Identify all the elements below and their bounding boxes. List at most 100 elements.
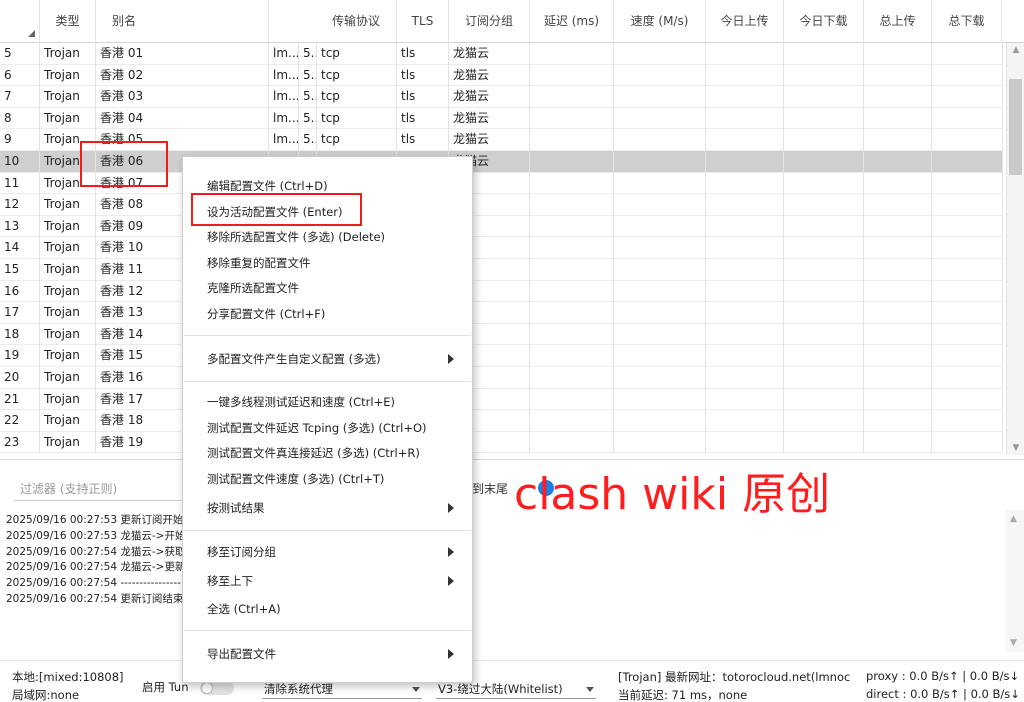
cell-today-down — [784, 367, 864, 389]
header-total-up[interactable]: 总上传 — [864, 0, 932, 43]
header-type[interactable]: 类型 — [40, 0, 96, 43]
cell-today-up — [706, 86, 784, 108]
menu-item-label: 测试配置文件延迟 Tcping (多选) (Ctrl+O) — [207, 421, 427, 435]
cell-today-up — [706, 388, 784, 411]
menu-item-sort-by-result[interactable]: 按测试结果 — [183, 496, 472, 520]
menu-item-label: 导出配置文件 — [207, 647, 276, 661]
cell-today-up — [706, 151, 784, 173]
cell-today-down — [784, 431, 864, 454]
cell-network: tcp — [317, 43, 397, 65]
table-row[interactable]: 5Trojan香港 01lm...5...tcptls龙猫云 — [0, 43, 1003, 65]
cell-speed — [614, 172, 706, 195]
table-row[interactable]: 13Trojan香港 09云 — [0, 215, 1003, 238]
cell-type: Trojan — [40, 388, 96, 411]
cell-index: 11 — [0, 172, 40, 195]
menu-item-move-to-group[interactable]: 移至订阅分组 — [183, 540, 472, 564]
menu-item-remove-duplicates[interactable]: 移除重复的配置文件 — [183, 251, 472, 275]
menu-separator — [184, 381, 471, 382]
table-row[interactable]: 14Trojan香港 10云 — [0, 237, 1003, 259]
menu-item-test-all[interactable]: 一键多线程测试延迟和速度 (Ctrl+E) — [183, 390, 472, 414]
cell-speed — [614, 367, 706, 389]
log-scroll-up-icon[interactable]: ▲ — [1010, 514, 1017, 524]
cell-address: lm... — [269, 43, 299, 65]
cell-speed — [614, 323, 706, 346]
direct-speed: direct : 0.0 B/s↑ | 0.0 B/s↓ — [866, 687, 1020, 701]
menu-item-custom-config[interactable]: 多配置文件产生自定义配置 (多选) — [183, 347, 472, 371]
header-speed[interactable]: 速度 (M/s) — [614, 0, 706, 43]
table-row[interactable]: 18Trojan香港 14云 — [0, 323, 1003, 346]
header-today-down[interactable]: 今日下载 — [784, 0, 864, 43]
system-proxy-value: 清除系统代理 — [264, 682, 333, 696]
cell-today-down — [784, 64, 864, 87]
scroll-up-icon[interactable]: ▲ — [1011, 45, 1021, 55]
menu-item-tcping[interactable]: 测试配置文件延迟 Tcping (多选) (Ctrl+O) — [183, 416, 472, 440]
menu-item-real-delay[interactable]: 测试配置文件真连接延迟 (多选) (Ctrl+R) — [183, 441, 472, 465]
table-row[interactable]: 8Trojan香港 04lm...5...tcptls龙猫云 — [0, 107, 1003, 130]
highlight-box-set-active — [191, 193, 362, 226]
table-row[interactable]: 19Trojan香港 15云 — [0, 345, 1003, 367]
cell-type: Trojan — [40, 367, 96, 389]
table-row[interactable]: 21Trojan香港 17云 — [0, 388, 1003, 411]
cell-today-up — [706, 194, 784, 216]
cell-network: tcp — [317, 107, 397, 130]
log-scroll-down-icon[interactable]: ▼ — [1010, 638, 1017, 648]
cell-today-down — [784, 215, 864, 238]
menu-item-move-up-down[interactable]: 移至上下 — [183, 569, 472, 593]
cell-total-up — [864, 302, 932, 324]
lan-status: 局域网:none — [12, 688, 80, 702]
header-select-all[interactable] — [0, 0, 40, 43]
cell-total-down — [932, 388, 1003, 411]
table-scrollbar[interactable]: ▲ ▼ — [1006, 43, 1024, 455]
cell-total-up — [864, 345, 932, 367]
cell-total-up — [864, 410, 932, 432]
menu-item-export[interactable]: 导出配置文件 — [183, 642, 472, 666]
cell-today-down — [784, 129, 864, 151]
header-total-down[interactable]: 总下载 — [932, 0, 1002, 43]
cell-index: 14 — [0, 237, 40, 259]
header-group[interactable]: 订阅分组 — [449, 0, 530, 43]
log-scrollbar[interactable]: ▲ ▼ — [1006, 510, 1024, 652]
cell-alias: 香港 03 — [96, 86, 269, 108]
cell-total-down — [932, 280, 1003, 303]
menu-item-select-all[interactable]: 全选 (Ctrl+A) — [183, 597, 472, 621]
cell-total-down — [932, 302, 1003, 324]
table-row[interactable]: 23Trojan香港 19云 — [0, 431, 1003, 454]
cell-index: 5 — [0, 43, 40, 65]
cell-today-down — [784, 86, 864, 108]
table-row[interactable]: 16Trojan香港 12云 — [0, 280, 1003, 303]
header-alias[interactable]: 别名 — [96, 0, 269, 43]
header-delay[interactable]: 延迟 (ms) — [530, 0, 614, 43]
filter-input[interactable]: 过滤器 (支持正则) — [14, 477, 204, 501]
menu-item-label: 编辑配置文件 (Ctrl+D) — [207, 179, 328, 193]
menu-item-label: 测试配置文件速度 (多选) (Ctrl+T) — [207, 472, 385, 486]
cell-type: Trojan — [40, 302, 96, 324]
table-row[interactable]: 7Trojan香港 03lm...5...tcptls龙猫云 — [0, 86, 1003, 108]
menu-separator — [184, 630, 471, 631]
tun-switch[interactable] — [200, 681, 234, 695]
scroll-down-icon[interactable]: ▼ — [1011, 443, 1021, 453]
table-row[interactable]: 17Trojan香港 13云 — [0, 302, 1003, 324]
header-network[interactable]: 传输协议 — [269, 0, 397, 43]
header-today-up[interactable]: 今日上传 — [706, 0, 784, 43]
menu-item-clone[interactable]: 克隆所选配置文件 — [183, 276, 472, 300]
cell-network: tcp — [317, 64, 397, 87]
cell-speed — [614, 431, 706, 454]
table-row[interactable]: 6Trojan香港 02lm...5...tcptls龙猫云 — [0, 64, 1003, 87]
cell-total-down — [932, 64, 1003, 87]
table-row[interactable]: 12Trojan香港 08云 — [0, 194, 1003, 216]
table-row[interactable]: 20Trojan香港 16云 — [0, 367, 1003, 389]
cell-today-up — [706, 172, 784, 195]
cell-speed — [614, 107, 706, 130]
header-tls[interactable]: TLS — [397, 0, 449, 43]
menu-item-share[interactable]: 分享配置文件 (Ctrl+F) — [183, 302, 472, 326]
menu-item-speed-test[interactable]: 测试配置文件速度 (多选) (Ctrl+T) — [183, 467, 472, 491]
cell-type: Trojan — [40, 323, 96, 346]
menu-item-remove[interactable]: 移除所选配置文件 (多选) (Delete) — [183, 225, 472, 249]
cell-speed — [614, 64, 706, 87]
scrollbar-thumb[interactable] — [1009, 79, 1022, 175]
cell-speed — [614, 345, 706, 367]
table-row[interactable]: 22Trojan香港 18云 — [0, 410, 1003, 432]
cell-today-down — [784, 345, 864, 367]
cell-address: lm... — [269, 129, 299, 151]
table-row[interactable]: 15Trojan香港 11云 — [0, 259, 1003, 281]
